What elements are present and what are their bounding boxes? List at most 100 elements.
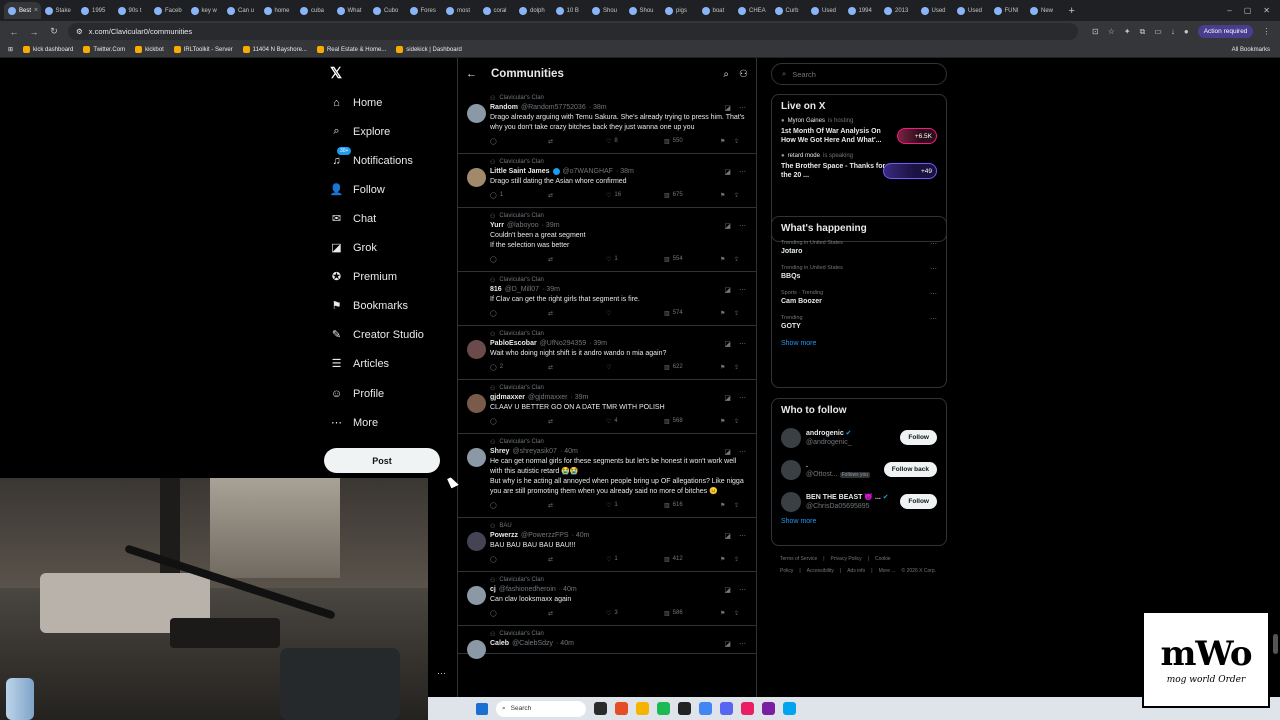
nav-item-creator-studio[interactable]: ✎ Creator Studio	[330, 328, 424, 342]
browser-tab[interactable]: 10 B	[552, 2, 589, 19]
live-item[interactable]: ● Myron Gaines is hosting 1st Month Of War …	[781, 118, 937, 145]
show-more-link[interactable]: Show more	[781, 518, 937, 525]
reply-button[interactable]: ◯	[490, 138, 548, 145]
bookmark-item[interactable]: sidekick | Dashboard	[396, 46, 462, 53]
more-icon[interactable]: ⋯	[739, 168, 746, 176]
repost-button[interactable]: ⇄	[548, 256, 606, 263]
browser-tab[interactable]: boat	[698, 2, 735, 19]
nav-item-more[interactable]: ⋯ More	[330, 416, 378, 430]
repost-button[interactable]: ⇄	[548, 364, 606, 371]
views-button[interactable]: ▥ 675	[664, 192, 720, 199]
avatar[interactable]	[781, 460, 801, 480]
discord-app-icon[interactable]	[720, 702, 733, 715]
views-button[interactable]: ▥ 616	[664, 502, 720, 509]
grok-icon[interactable]: ◪	[724, 394, 731, 402]
grok-icon[interactable]: ◪	[724, 586, 731, 594]
more-icon[interactable]: ⋯	[739, 394, 746, 402]
like-button[interactable]: ♡	[606, 310, 664, 317]
repost-button[interactable]: ⇄	[548, 556, 606, 563]
browser-tab[interactable]: Curb	[771, 2, 808, 19]
avatar[interactable]	[467, 532, 486, 551]
tweet[interactable]: ⚇ Clavicular's Clan Shrey @shreyasik07 · 40m…	[458, 434, 756, 518]
browser-tab[interactable]: dolph	[515, 2, 552, 19]
user-name[interactable]: androgenic	[806, 430, 844, 437]
author-handle[interactable]: @laboyoo	[507, 222, 539, 229]
share-button[interactable]: ⇪	[734, 364, 739, 371]
tweet-time[interactable]: · 39m	[589, 340, 607, 347]
browser-tab[interactable]: cuba	[296, 2, 333, 19]
author-handle[interactable]: @CalebSdzy	[512, 640, 553, 647]
follow-button[interactable]: Follow back	[883, 462, 937, 477]
reply-button[interactable]: ◯	[490, 310, 548, 317]
taskbar-search[interactable]: ⌕ Search	[496, 700, 586, 717]
menu-icon[interactable]: ⋮	[1262, 27, 1270, 36]
browser-tab[interactable]: Fores	[406, 2, 443, 19]
avatar[interactable]	[467, 448, 486, 467]
more-icon[interactable]: ⋯	[739, 640, 746, 648]
browser-tab[interactable]: 1995	[77, 2, 114, 19]
author-name[interactable]: Caleb	[490, 640, 509, 647]
obs-app-icon[interactable]	[762, 702, 775, 715]
like-button[interactable]: ♡ 16	[606, 192, 664, 199]
tab-close-icon[interactable]: ×	[34, 7, 38, 14]
grok-icon[interactable]: ◪	[724, 532, 731, 540]
grok-icon[interactable]: ◪	[724, 448, 731, 456]
author-name[interactable]: Yurr	[490, 222, 504, 229]
grok-icon[interactable]: ◪	[724, 286, 731, 294]
install-icon[interactable]: ⊡	[1092, 27, 1099, 36]
bookmark-button[interactable]: ⚑	[720, 610, 734, 617]
reply-button[interactable]: ◯ 2	[490, 364, 548, 371]
explorer-app-icon[interactable]	[636, 702, 649, 715]
new-tab-icon[interactable]: +	[1069, 5, 1075, 17]
footer-link[interactable]: Accessibility	[807, 568, 834, 574]
avatar-icon[interactable]: ●	[1184, 27, 1189, 36]
nav-item-bookmarks[interactable]: ⚑ Bookmarks	[330, 299, 408, 313]
follow-suggestion[interactable]: . @Ottost... Follows you Follow back	[781, 454, 937, 486]
trend-item[interactable]: Sports · Trending Cam Boozer ⋯	[781, 290, 937, 305]
grok-icon[interactable]: ◪	[724, 222, 731, 230]
more-icon[interactable]: ⋯	[739, 532, 746, 540]
like-button[interactable]: ♡ 1	[606, 256, 664, 263]
avatar[interactable]	[467, 394, 486, 413]
reply-button[interactable]: ◯	[490, 418, 548, 425]
tweet[interactable]: ⚇ Clavicular's Clan Caleb @CalebSdzy · 40m ◪ ⋯	[458, 626, 756, 659]
browser-tab[interactable]: most	[442, 2, 479, 19]
app-icon[interactable]	[741, 702, 754, 715]
like-button[interactable]: ♡ 1	[606, 502, 664, 509]
like-button[interactable]: ♡	[606, 364, 664, 371]
repost-button[interactable]: ⇄	[548, 192, 606, 199]
browser-tab[interactable]: FUNI	[990, 2, 1027, 19]
more-icon[interactable]: ⋯	[930, 290, 937, 298]
author-handle[interactable]: @Random57752036	[521, 104, 586, 111]
more-icon[interactable]: ⋯	[739, 448, 746, 456]
more-icon[interactable]: ⋯	[739, 286, 746, 294]
reply-button[interactable]: ◯	[490, 556, 548, 563]
chrome-app-icon[interactable]	[699, 702, 712, 715]
nav-item-premium[interactable]: ✪ Premium	[330, 270, 397, 284]
user-name[interactable]: BEN THE BEAST 😈 ...	[806, 494, 881, 501]
all-bookmarks-link[interactable]: All Bookmarks	[1232, 47, 1280, 53]
site-info-icon[interactable]: ⚙	[76, 27, 83, 36]
tweet-time[interactable]: · 40m	[560, 448, 578, 455]
grok-icon[interactable]: ◪	[724, 640, 731, 648]
author-handle[interactable]: @fashionedheroin	[499, 586, 556, 593]
repost-button[interactable]: ⇄	[548, 610, 606, 617]
bookmark-item[interactable]: 11404 N Bayshore...	[242, 46, 307, 53]
x-logo-icon[interactable]: 𝕏	[330, 64, 342, 82]
browser-tab[interactable]: CHEA	[734, 2, 771, 19]
tweet-time[interactable]: · 39m	[570, 394, 588, 401]
author-name[interactable]: PabloEscobar	[490, 340, 537, 347]
more-icon[interactable]: ⋯	[739, 222, 746, 230]
nav-item-grok[interactable]: ◪ Grok	[330, 241, 377, 255]
bookmark-item[interactable]: Real Estate & Home...	[316, 46, 386, 53]
browser-tab[interactable]: Cubo	[369, 2, 406, 19]
reply-button[interactable]: ◯ 1	[490, 192, 548, 199]
grok-icon[interactable]: ◪	[724, 168, 731, 176]
task-view-icon[interactable]	[594, 702, 607, 715]
browser-tab[interactable]: Best ×	[4, 2, 41, 19]
tweet-time[interactable]: · 38m	[589, 104, 607, 111]
avatar[interactable]	[467, 286, 486, 305]
scrollbar-thumb[interactable]	[1273, 634, 1278, 654]
maximize-icon[interactable]: ▢	[1244, 6, 1252, 15]
nav-item-chat[interactable]: ✉ Chat	[330, 212, 376, 226]
